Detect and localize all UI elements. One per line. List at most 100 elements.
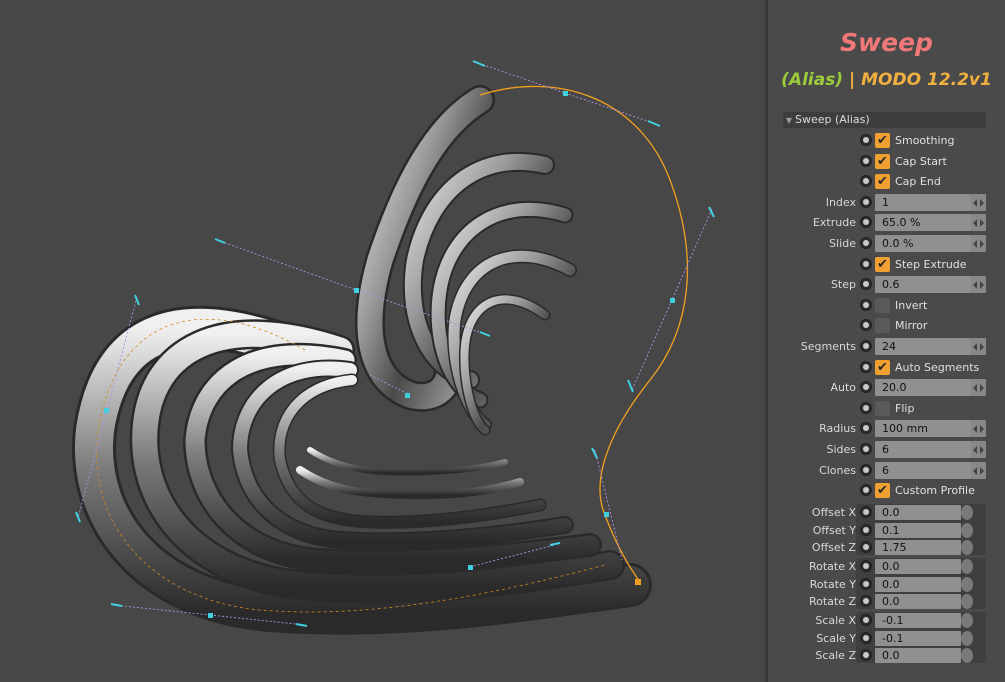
rotate-z-reset-icon[interactable] [961, 594, 973, 609]
keyframe-dot-icon[interactable] [860, 402, 872, 414]
offset-z-reset-icon[interactable] [961, 540, 973, 555]
offset-y-field[interactable]: 0.1 [875, 522, 961, 538]
offset-z-label: Offset Z [811, 541, 856, 554]
scale-z-reset-icon[interactable] [961, 648, 973, 663]
triangle-down-icon[interactable]: ▼ [783, 113, 795, 129]
slide-field[interactable]: 0.0 % [875, 235, 971, 252]
mirror-checkbox[interactable] [875, 318, 890, 333]
prop-row-rotate-y: Rotate Y 0.0 [768, 576, 1005, 593]
keyframe-dot-icon[interactable] [860, 577, 872, 590]
keyframe-dot-icon[interactable] [860, 443, 872, 455]
keyframe-dot-icon[interactable] [860, 319, 872, 331]
extrude-field[interactable]: 65.0 % [875, 214, 971, 231]
index-field[interactable]: 1 [875, 194, 971, 211]
path-end-point[interactable] [635, 579, 641, 585]
prop-row-flip: Flip [768, 399, 1005, 418]
keyframe-dot-icon[interactable] [860, 258, 872, 270]
radius-field[interactable]: 100 mm [875, 420, 971, 437]
prop-row-rotate-z: Rotate Z 0.0 [768, 593, 1005, 610]
keyframe-dot-icon[interactable] [860, 649, 872, 661]
auto-spin-arrows-icon[interactable] [971, 379, 986, 396]
keyframe-dot-icon[interactable] [860, 278, 872, 290]
clones-spin-arrows-icon[interactable] [971, 462, 986, 479]
flip-checkbox[interactable] [875, 401, 890, 416]
prop-row-offset-y: Offset Y 0.1 [768, 522, 1005, 539]
properties-panel: Sweep (Alias) | MODO 12.2v1 ▼ Sweep (Alia… [768, 0, 1005, 682]
prop-row-smoothing: ✔ Smoothing [768, 131, 1005, 150]
scale-y-label: Scale Y [816, 631, 856, 645]
subtitle-version: | MODO 12.2v1 [843, 70, 992, 90]
keyframe-dot-icon[interactable] [860, 155, 872, 167]
keyframe-dot-icon[interactable] [860, 506, 872, 518]
scale-z-field[interactable]: 0.0 [875, 648, 961, 663]
step-spin-arrows-icon[interactable] [971, 276, 986, 293]
keyframe-dot-icon[interactable] [860, 484, 872, 496]
auto-segments-checkbox[interactable]: ✔ [875, 360, 890, 375]
sides-spin-arrows-icon[interactable] [971, 441, 986, 458]
scale-x-field[interactable]: -0.1 [875, 613, 961, 628]
slide-spin-arrows-icon[interactable] [971, 235, 986, 252]
keyframe-dot-icon[interactable] [860, 523, 872, 536]
sweep-group-header[interactable]: ▼ Sweep (Alias) [783, 112, 986, 128]
mirror-label: Mirror [895, 319, 928, 332]
keyframe-dot-icon[interactable] [860, 175, 872, 187]
rotate-y-reset-icon[interactable] [961, 576, 973, 592]
keyframe-dot-icon[interactable] [860, 422, 872, 434]
auto-segments-label: Auto Segments [895, 361, 980, 374]
segments-label: Segments [800, 340, 856, 353]
prop-row-extrude: Extrude 65.0 % [768, 213, 1005, 232]
scale-y-reset-icon[interactable] [961, 630, 973, 646]
rotate-z-field[interactable]: 0.0 [875, 594, 961, 609]
prop-row-scale-x: Scale X -0.1 [768, 612, 1005, 629]
keyframe-dot-icon[interactable] [860, 631, 872, 644]
keyframe-dot-icon[interactable] [860, 541, 872, 553]
rotate-y-field[interactable]: 0.0 [875, 576, 961, 592]
prop-row-scale-y: Scale Y -0.1 [768, 630, 1005, 647]
offset-x-field[interactable]: 0.0 [875, 505, 961, 520]
scale-y-field[interactable]: -0.1 [875, 630, 961, 646]
keyframe-dot-icon[interactable] [860, 381, 872, 393]
tube-group-upper [355, 85, 577, 436]
smoothing-checkbox[interactable]: ✔ [875, 133, 890, 148]
index-label: Index [825, 196, 856, 209]
keyframe-dot-icon[interactable] [860, 614, 872, 626]
step-label: Step [830, 278, 856, 291]
rotate-x-field[interactable]: 0.0 [875, 559, 961, 574]
offset-z-field[interactable]: 1.75 [875, 540, 961, 555]
step-field[interactable]: 0.6 [875, 276, 971, 293]
extrude-spin-arrows-icon[interactable] [971, 214, 986, 231]
segments-spin-arrows-icon[interactable] [971, 338, 986, 355]
clones-field[interactable]: 6 [875, 462, 971, 479]
keyframe-dot-icon[interactable] [860, 237, 872, 249]
radius-spin-arrows-icon[interactable] [971, 420, 986, 437]
keyframe-dot-icon[interactable] [860, 595, 872, 607]
keyframe-dot-icon[interactable] [860, 134, 872, 146]
offset-x-reset-icon[interactable] [961, 505, 973, 520]
scale-x-reset-icon[interactable] [961, 613, 973, 628]
prop-row-step: Step 0.6 [768, 275, 1005, 294]
invert-checkbox[interactable] [875, 298, 890, 313]
3d-viewport[interactable] [0, 0, 765, 682]
offset-y-reset-icon[interactable] [961, 522, 973, 538]
keyframe-dot-icon[interactable] [860, 216, 872, 228]
keyframe-dot-icon[interactable] [860, 340, 872, 352]
segments-field[interactable]: 24 [875, 338, 971, 355]
custom-profile-checkbox[interactable]: ✔ [875, 483, 890, 498]
rotate-x-reset-icon[interactable] [961, 559, 973, 574]
keyframe-dot-icon[interactable] [860, 560, 872, 572]
keyframe-dot-icon[interactable] [860, 361, 872, 373]
prop-row-scale-z: Scale Z 0.0 [768, 647, 1005, 664]
step-extrude-checkbox[interactable]: ✔ [875, 257, 890, 272]
keyframe-dot-icon[interactable] [860, 299, 872, 311]
auto-field[interactable]: 20.0 [875, 379, 971, 396]
cap-end-checkbox[interactable]: ✔ [875, 174, 890, 189]
scale-z-label: Scale Z [815, 649, 856, 662]
keyframe-dot-icon[interactable] [860, 196, 872, 208]
sides-field[interactable]: 6 [875, 441, 971, 458]
index-spin-arrows-icon[interactable] [971, 194, 986, 211]
prop-row-custom-profile: ✔ Custom Profile [768, 481, 1005, 500]
cap-start-checkbox[interactable]: ✔ [875, 154, 890, 169]
keyframe-dot-icon[interactable] [860, 464, 872, 476]
invert-label: Invert [895, 299, 928, 312]
prop-row-sides: Sides 6 [768, 440, 1005, 459]
